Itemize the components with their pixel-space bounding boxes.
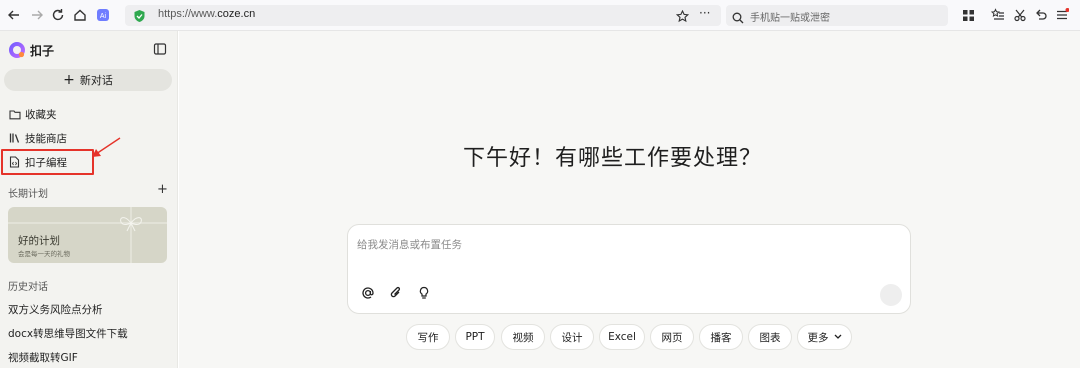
plus-icon: + — [63, 72, 75, 88]
chip-label: 更多 — [807, 331, 829, 344]
ai-extension-icon[interactable]: Ai — [93, 5, 113, 25]
apps-grid-icon[interactable] — [958, 5, 978, 25]
url-domain: coze.cn — [217, 8, 256, 20]
plan-card-subtitle: 会是每一天的礼物 — [18, 250, 70, 258]
chevron-down-icon — [834, 334, 842, 340]
shield-icon[interactable] — [133, 8, 146, 27]
history-item[interactable]: 双方义务风险点分析 — [8, 300, 103, 318]
greeting-title: 下午好！有哪些工作要处理？ — [463, 146, 763, 171]
annotation-arrow — [92, 137, 121, 157]
browser-search-input[interactable]: 手机贴一贴或泄密 — [726, 5, 948, 26]
plan-card-title: 好的计划 — [18, 235, 60, 247]
svg-text:Ai: Ai — [100, 13, 107, 20]
chip-excel[interactable]: Excel — [599, 324, 645, 350]
attachment-icon[interactable] — [389, 286, 403, 300]
lightbulb-icon[interactable] — [417, 286, 431, 300]
sidebar-item-label: 收藏夹 — [25, 108, 57, 121]
menu-icon[interactable] — [1052, 5, 1072, 25]
chip-chart[interactable]: 图表 — [748, 324, 792, 350]
reload-icon[interactable] — [48, 5, 68, 25]
browser-toolbar: Ai https://www.coze.cn ··· 手机贴一贴或泄密 — [0, 0, 1080, 31]
app-name: 扣子 — [30, 43, 55, 58]
new-chat-button[interactable]: + 新对话 — [4, 69, 172, 91]
chip-label: 视频 — [512, 331, 534, 344]
plan-card[interactable]: 好的计划 会是每一天的礼物 — [8, 207, 167, 263]
mention-icon[interactable] — [361, 286, 375, 300]
chip-label: Excel — [608, 331, 636, 343]
app-logo[interactable]: 扣子 — [8, 40, 54, 60]
back-icon[interactable] — [4, 5, 24, 25]
send-button[interactable] — [880, 284, 902, 306]
history-item[interactable]: docx转思维导图文件下载 — [8, 324, 128, 342]
history-item-label: 视频截取转GIF — [8, 351, 78, 364]
add-plan-icon[interactable]: + — [157, 183, 168, 196]
chip-writing[interactable]: 写作 — [406, 324, 450, 350]
search-icon — [732, 9, 744, 28]
chip-design[interactable]: 设计 — [550, 324, 594, 350]
chip-label: 图表 — [759, 331, 781, 344]
chip-podcast[interactable]: 播客 — [699, 324, 743, 350]
search-placeholder: 手机贴一贴或泄密 — [750, 13, 830, 24]
forward-icon[interactable] — [27, 5, 47, 25]
history-section-label: 历史对话 — [8, 282, 48, 293]
chip-ppt[interactable]: PPT — [455, 324, 495, 350]
history-item[interactable]: 视频截取转GIF — [8, 348, 78, 366]
coze-logo-icon — [9, 42, 25, 58]
sidebar: 扣子 + 新对话 收藏夹 技能商店 扣子编程 长期计划 + 好的计划 会是每一天… — [0, 31, 178, 368]
home-icon[interactable] — [70, 5, 90, 25]
folder-icon — [8, 108, 21, 121]
message-composer[interactable]: 给我发消息或布置任务 — [347, 224, 911, 314]
url-prefix: https://www. — [158, 8, 218, 20]
composer-placeholder: 给我发消息或布置任务 — [357, 239, 462, 251]
more-options-icon[interactable]: ··· — [699, 6, 710, 20]
chip-label: 设计 — [561, 331, 583, 344]
undo-icon[interactable] — [1031, 5, 1051, 25]
sidebar-item-label: 技能商店 — [25, 132, 67, 145]
chip-label: 网页 — [661, 331, 683, 344]
main-area — [179, 31, 1080, 368]
sidebar-item-skill-store[interactable]: 技能商店 — [8, 129, 67, 147]
chip-more[interactable]: 更多 — [797, 324, 852, 350]
collapse-sidebar-icon[interactable] — [153, 41, 169, 57]
plan-section-label: 长期计划 — [8, 189, 48, 200]
chip-label: 写作 — [417, 331, 439, 344]
chip-label: PPT — [465, 331, 485, 343]
library-icon — [8, 132, 21, 145]
bookmark-star-icon[interactable] — [675, 8, 690, 27]
highlight-annotation-box — [1, 149, 94, 175]
scissors-icon[interactable] — [1010, 5, 1030, 25]
chip-video[interactable]: 视频 — [501, 324, 545, 350]
history-item-label: 双方义务风险点分析 — [8, 303, 103, 316]
chip-label: 播客 — [710, 331, 732, 344]
sidebar-item-favorites[interactable]: 收藏夹 — [8, 105, 57, 123]
favorites-list-icon[interactable] — [988, 5, 1008, 25]
address-bar[interactable]: https://www.coze.cn ··· — [125, 5, 721, 26]
history-item-label: docx转思维导图文件下载 — [8, 327, 128, 340]
url-text[interactable]: https://www.coze.cn — [158, 8, 255, 20]
new-chat-label: 新对话 — [79, 74, 113, 87]
chip-webpage[interactable]: 网页 — [650, 324, 694, 350]
